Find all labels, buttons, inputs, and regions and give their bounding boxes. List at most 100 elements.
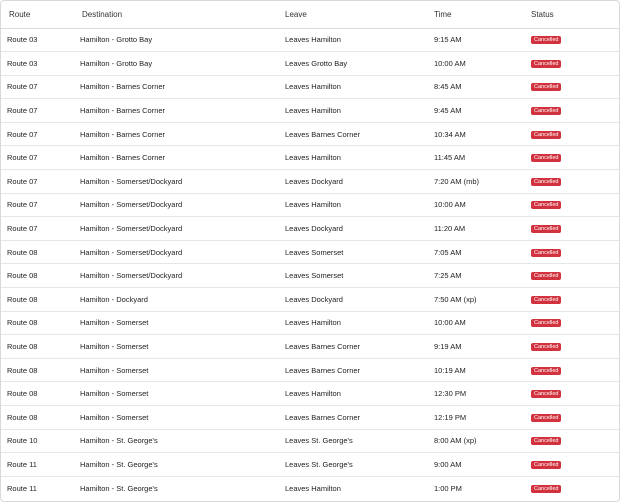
cell-destination: Hamilton - St. George's: [80, 459, 158, 469]
cell-route: Route 11: [7, 483, 37, 493]
table-row[interactable]: Route 03 Hamilton - Grotto Bay Leaves Grot…: [1, 52, 619, 76]
cell-status: Cancelled: [531, 99, 619, 123]
cell-status: Cancelled: [531, 122, 619, 146]
table-row[interactable]: Route 08 Hamilton - Somerset/Dockyard Leav…: [1, 240, 619, 264]
cell-time: 10:19 AM: [434, 365, 466, 375]
cell-route: Route 08: [7, 389, 38, 399]
status-badge: Cancelled: [531, 437, 562, 446]
cell-route: Route 07: [7, 82, 38, 92]
cell-status: Cancelled: [531, 28, 619, 52]
cell-time: 12:19 PM: [434, 412, 467, 422]
cell-route: Route 10: [7, 436, 38, 446]
column-header-destination[interactable]: Destination: [80, 1, 285, 29]
column-header-route[interactable]: Route: [1, 1, 80, 29]
cell-destination: Hamilton - St. George's: [80, 436, 158, 446]
cell-leave: Leaves Hamilton: [285, 35, 341, 45]
cell-status: Cancelled: [531, 476, 619, 500]
cell-leave: Leaves Dockyard: [285, 294, 343, 304]
cell-leave: Leaves Hamilton: [285, 200, 341, 210]
cell-leave: Leaves Barnes Corner: [285, 412, 361, 422]
cell-route: Route 11: [7, 459, 37, 469]
cell-destination: Hamilton - Barnes Corner: [80, 106, 166, 116]
cell-route: Route 07: [7, 200, 38, 210]
cell-leave: Leaves Hamilton: [285, 153, 341, 163]
table-row[interactable]: Route 10 Hamilton - St. George's Leaves St…: [1, 429, 619, 453]
table-row[interactable]: Route 11 Hamilton - St. George's Leaves St…: [1, 453, 619, 477]
cell-destination: Hamilton - Somerset/Dockyard: [80, 247, 183, 257]
table-row[interactable]: Route 08 Hamilton - Somerset Leaves Hamilt…: [1, 382, 619, 406]
table-row[interactable]: Route 07 Hamilton - Barnes Corner Leaves H…: [1, 146, 619, 170]
column-header-time[interactable]: Time: [434, 1, 531, 29]
table-row[interactable]: Route 08 Hamilton - Somerset Leaves Barnes…: [1, 406, 619, 430]
table-row[interactable]: Route 07 Hamilton - Somerset/Dockyard Leav…: [1, 193, 619, 217]
cell-route: Route 08: [7, 271, 38, 281]
cell-status: Cancelled: [531, 52, 619, 76]
table-row[interactable]: Route 08 Hamilton - Somerset/Dockyard Leav…: [1, 264, 619, 288]
status-badge: Cancelled: [531, 366, 562, 375]
cell-time: 8:45 AM: [434, 82, 462, 92]
table-row[interactable]: Route 07 Hamilton - Barnes Corner Leaves B…: [1, 122, 619, 146]
table-row[interactable]: Route 07 Hamilton - Somerset/Dockyard Leav…: [1, 170, 619, 194]
table-row[interactable]: Route 08 Hamilton - Dockyard Leaves Dockya…: [1, 288, 619, 312]
cell-destination: Hamilton - Somerset: [80, 342, 149, 352]
cell-leave: Leaves St. George's: [285, 436, 353, 446]
cell-leave: Leaves Barnes Corner: [285, 365, 361, 375]
cell-status: Cancelled: [531, 75, 619, 99]
cell-status: Cancelled: [531, 193, 619, 217]
cell-status: Cancelled: [531, 358, 619, 382]
cell-leave: Leaves Hamilton: [285, 483, 341, 493]
cell-status: Cancelled: [531, 288, 619, 312]
table-row[interactable]: Route 08 Hamilton - Somerset Leaves Hamilt…: [1, 311, 619, 335]
cell-time: 7:20 AM (mb): [434, 176, 480, 186]
header-row: Route Destination Leave Time Status: [1, 1, 619, 29]
cell-status: Cancelled: [531, 311, 619, 335]
column-header-leave[interactable]: Leave: [285, 1, 434, 29]
cell-time: 7:50 AM (xp): [434, 294, 477, 304]
cell-time: 10:00 AM: [434, 58, 466, 68]
table-row[interactable]: Route 08 Hamilton - Somerset Leaves Barnes…: [1, 335, 619, 359]
table-row[interactable]: Route 07 Hamilton - Somerset/Dockyard Leav…: [1, 217, 619, 241]
table-row[interactable]: Route 11 Hamilton - St. George's Leaves Ha…: [1, 476, 619, 500]
status-badge: Cancelled: [531, 201, 562, 210]
cell-time: 9:00 AM: [434, 459, 462, 469]
cell-time: 10:00 AM: [434, 318, 466, 328]
cell-route: Route 08: [7, 294, 38, 304]
schedule-table-card: Route Destination Leave Time Status Rout…: [0, 0, 620, 502]
cell-time: 7:25 AM: [434, 271, 462, 281]
cell-leave: Leaves Hamilton: [285, 106, 341, 116]
table-row[interactable]: Route 08 Hamilton - Somerset Leaves Barnes…: [1, 358, 619, 382]
cell-destination: Hamilton - Somerset: [80, 318, 149, 328]
cell-route: Route 08: [7, 342, 38, 352]
cell-leave: Leaves Somerset: [285, 271, 344, 281]
status-badge: Cancelled: [531, 248, 562, 257]
cell-leave: Leaves Hamilton: [285, 82, 341, 92]
cell-destination: Hamilton - Barnes Corner: [80, 153, 166, 163]
status-badge: Cancelled: [531, 319, 562, 328]
cell-destination: Hamilton - Grotto Bay: [80, 58, 153, 68]
status-badge: Cancelled: [531, 177, 562, 186]
table-row[interactable]: Route 07 Hamilton - Barnes Corner Leaves H…: [1, 75, 619, 99]
column-header-status[interactable]: Status: [531, 1, 619, 29]
cell-time: 7:05 AM: [434, 247, 462, 257]
cell-leave: Leaves Dockyard: [285, 176, 343, 186]
cell-route: Route 07: [7, 106, 38, 116]
cell-status: Cancelled: [531, 146, 619, 170]
cell-leave: Leaves Hamilton: [285, 318, 341, 328]
cell-time: 10:34 AM: [434, 129, 466, 139]
cell-route: Route 07: [7, 153, 38, 163]
table-header: Route Destination Leave Time Status: [1, 1, 619, 29]
cell-time: 11:20 AM: [434, 224, 466, 234]
cell-destination: Hamilton - Somerset/Dockyard: [80, 224, 183, 234]
cell-status: Cancelled: [531, 382, 619, 406]
status-badge: Cancelled: [531, 413, 562, 422]
table-row[interactable]: Route 03 Hamilton - Grotto Bay Leaves Hami…: [1, 28, 619, 52]
cell-leave: Leaves Grotto Bay: [285, 58, 348, 68]
cell-time: 9:15 AM: [434, 35, 462, 45]
table-row[interactable]: Route 07 Hamilton - Barnes Corner Leaves H…: [1, 99, 619, 123]
cell-route: Route 07: [7, 129, 38, 139]
status-badge: Cancelled: [531, 343, 562, 352]
status-badge: Cancelled: [531, 460, 562, 469]
cell-leave: Leaves Barnes Corner: [285, 129, 361, 139]
cell-time: 12:30 PM: [434, 389, 467, 399]
cell-status: Cancelled: [531, 170, 619, 194]
